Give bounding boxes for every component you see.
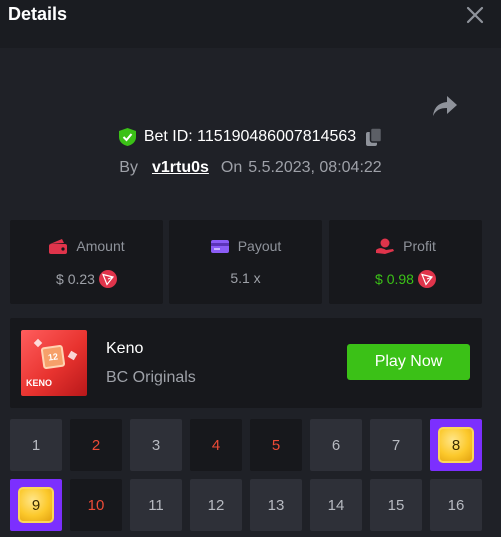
modal-header: Details: [0, 0, 501, 48]
keno-tile: 10: [70, 479, 122, 531]
share-icon[interactable]: [432, 95, 458, 117]
profit-card: Profit $ 0.98: [329, 220, 482, 304]
keno-tile: 14: [310, 479, 362, 531]
payout-label: Payout: [237, 238, 282, 254]
play-now-button[interactable]: Play Now: [347, 344, 470, 380]
close-icon[interactable]: [466, 6, 484, 24]
keno-tile: 6: [310, 419, 362, 471]
bet-meta-line: By v1rtu0s On 5.5.2023, 08:04:22: [0, 159, 501, 177]
profit-icon: [376, 238, 395, 254]
gem-icon: 9: [18, 487, 54, 523]
game-provider: BC Originals: [106, 369, 196, 386]
username-link[interactable]: v1rtu0s: [152, 159, 209, 176]
bet-datetime: 5.5.2023, 08:04:22: [248, 159, 382, 176]
keno-tile: 5: [250, 419, 302, 471]
game-name: Keno: [106, 340, 144, 357]
amount-card: Amount $ 0.23: [10, 220, 163, 304]
trx-coin-icon: [417, 270, 436, 288]
game-card: 12 KENO Keno BC Originals Play Now: [10, 318, 482, 408]
keno-tile: 16: [430, 479, 482, 531]
by-label: By: [119, 159, 138, 176]
card-icon: [210, 240, 229, 253]
on-label: On: [220, 159, 243, 176]
keno-tile: 2: [70, 419, 122, 471]
profit-label: Profit: [403, 238, 436, 254]
keno-grid: 1 2 3 4 5 6 7 8 9 10 11 12 13 14 15 16: [10, 419, 500, 537]
bet-id: Bet ID: 115190486007814563: [143, 128, 357, 145]
keno-tile: 3: [130, 419, 182, 471]
thumb-number-badge: 12: [40, 344, 66, 370]
copy-icon[interactable]: [366, 128, 383, 146]
keno-tile: 11: [130, 479, 182, 531]
profit-value: $ 0.98: [375, 271, 414, 287]
thumb-logo-text: KENO: [26, 378, 53, 388]
shield-check-icon: [118, 128, 136, 146]
keno-tile: 7: [370, 419, 422, 471]
payout-card: Payout 5.1 x: [169, 220, 322, 304]
keno-thumbnail[interactable]: 12 KENO: [21, 330, 87, 396]
keno-tile: 13: [250, 479, 302, 531]
keno-tile: 8: [430, 419, 482, 471]
keno-tile: 12: [190, 479, 242, 531]
sparkle-icon: [67, 350, 78, 361]
amount-label: Amount: [76, 238, 125, 254]
wallet-icon: [49, 239, 68, 254]
modal-title: Details: [8, 4, 68, 24]
payout-value: 5.1 x: [230, 270, 261, 286]
keno-tile: 1: [10, 419, 62, 471]
keno-tile: 9: [10, 479, 62, 531]
bet-id-line: Bet ID: 115190486007814563: [0, 128, 501, 151]
amount-value: $ 0.23: [56, 271, 95, 287]
gem-icon: 8: [438, 427, 474, 463]
sparkle-icon: [33, 338, 43, 348]
keno-tile: 4: [190, 419, 242, 471]
keno-tile: 15: [370, 479, 422, 531]
trx-coin-icon: [98, 270, 117, 288]
